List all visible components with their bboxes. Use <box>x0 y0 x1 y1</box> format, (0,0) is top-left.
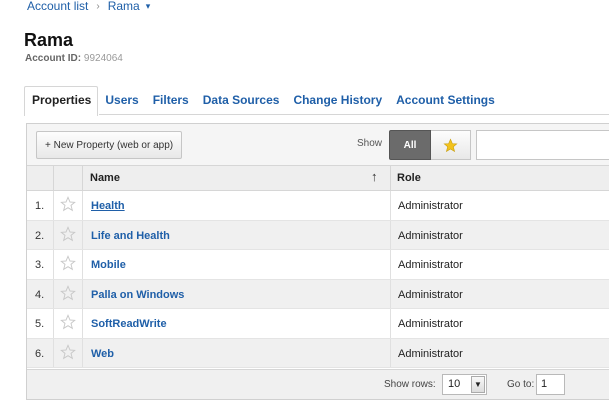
chevron-down-icon[interactable]: ▾ <box>146 1 151 12</box>
row-index: 2. <box>35 229 45 242</box>
rows-per-page-value: 10 <box>448 378 461 390</box>
pagination-bar: Show rows: 10 ▼ Go to: 1 <box>27 369 609 399</box>
column-header-name[interactable]: Name <box>90 172 120 184</box>
column-header-role[interactable]: Role <box>397 172 421 184</box>
property-role: Administrator <box>398 318 463 330</box>
show-filter-label: Show <box>357 138 383 149</box>
page-title: Rama <box>24 30 74 50</box>
property-name-link[interactable]: Web <box>91 348 114 360</box>
table-row: 5. SoftReadWrite Administrator <box>27 309 609 339</box>
column-divider <box>390 166 391 190</box>
table-row: 1. Health Administrator <box>27 191 609 221</box>
column-divider <box>53 166 54 190</box>
account-properties-page: Account list › Rama ▾ Rama Account ID: 9… <box>0 0 609 420</box>
tab-divider <box>99 114 609 115</box>
show-starred-button[interactable] <box>431 130 471 160</box>
new-property-button[interactable]: + New Property (web or app) <box>36 131 183 159</box>
star-outline-icon[interactable] <box>60 343 76 360</box>
table-row: 3. Mobile Administrator <box>27 250 609 280</box>
sort-ascending-icon[interactable]: ↑ <box>371 169 378 184</box>
row-index: 6. <box>35 347 45 360</box>
tab-users[interactable]: Users <box>98 86 145 116</box>
breadcrumb: Account list › Rama ▾ <box>27 0 150 13</box>
property-role: Administrator <box>398 229 463 242</box>
property-name-link[interactable]: SoftReadWrite <box>91 318 167 330</box>
tab-account-settings[interactable]: Account Settings <box>389 86 502 116</box>
tab-bar: Properties Users Filters Data Sources Ch… <box>24 86 609 116</box>
star-outline-icon[interactable] <box>60 255 76 271</box>
table-header: Name ↑ Role <box>27 166 609 191</box>
search-input[interactable] <box>476 130 609 160</box>
property-name-link[interactable]: Health <box>91 200 125 212</box>
show-all-button[interactable]: All <box>389 130 431 160</box>
tab-change-history[interactable]: Change History <box>286 86 389 116</box>
property-name-link[interactable]: Mobile <box>91 259 126 271</box>
row-index: 4. <box>35 288 45 301</box>
table-row: 4. Palla on Windows Administrator <box>27 279 609 309</box>
star-outline-icon[interactable] <box>60 314 76 330</box>
row-index: 5. <box>35 318 45 330</box>
property-role: Administrator <box>398 288 463 301</box>
account-id: Account ID: 9924064 <box>25 53 123 64</box>
tab-properties[interactable]: Properties <box>24 86 99 116</box>
star-icon <box>443 137 458 152</box>
tab-filters[interactable]: Filters <box>146 86 196 116</box>
star-outline-icon[interactable] <box>60 196 76 212</box>
property-role: Administrator <box>398 347 463 360</box>
properties-panel: + New Property (web or app) Show All Nam… <box>26 123 609 400</box>
dropdown-arrow-icon[interactable]: ▼ <box>471 376 485 393</box>
toolbar: + New Property (web or app) Show All <box>27 124 609 166</box>
tab-data-sources[interactable]: Data Sources <box>196 86 287 116</box>
column-divider <box>82 166 83 190</box>
breadcrumb-account-list-link[interactable]: Account list <box>27 0 88 13</box>
star-outline-icon[interactable] <box>60 284 76 301</box>
table-row: 6. Web Administrator <box>27 338 609 368</box>
show-rows-label: Show rows: <box>384 379 436 390</box>
row-index: 1. <box>35 200 45 212</box>
rows-per-page-select[interactable]: 10 ▼ <box>442 374 487 395</box>
account-id-value: 9924064 <box>83 53 123 64</box>
property-role: Administrator <box>398 259 463 271</box>
property-role: Administrator <box>398 200 463 212</box>
goto-page-input[interactable]: 1 <box>536 374 565 395</box>
table-body: 1. Health Administrator 2. Life and Heal… <box>27 191 609 368</box>
account-id-label: Account ID: <box>25 53 82 64</box>
property-name-link[interactable]: Palla on Windows <box>91 289 184 301</box>
row-index: 3. <box>35 259 45 271</box>
table-row: 2. Life and Health Administrator <box>27 220 609 250</box>
star-outline-icon[interactable] <box>60 225 76 242</box>
goto-label: Go to: <box>507 379 535 390</box>
property-name-link[interactable]: Life and Health <box>91 230 170 242</box>
breadcrumb-current-account[interactable]: Rama <box>108 0 140 13</box>
breadcrumb-separator: › <box>96 0 100 12</box>
